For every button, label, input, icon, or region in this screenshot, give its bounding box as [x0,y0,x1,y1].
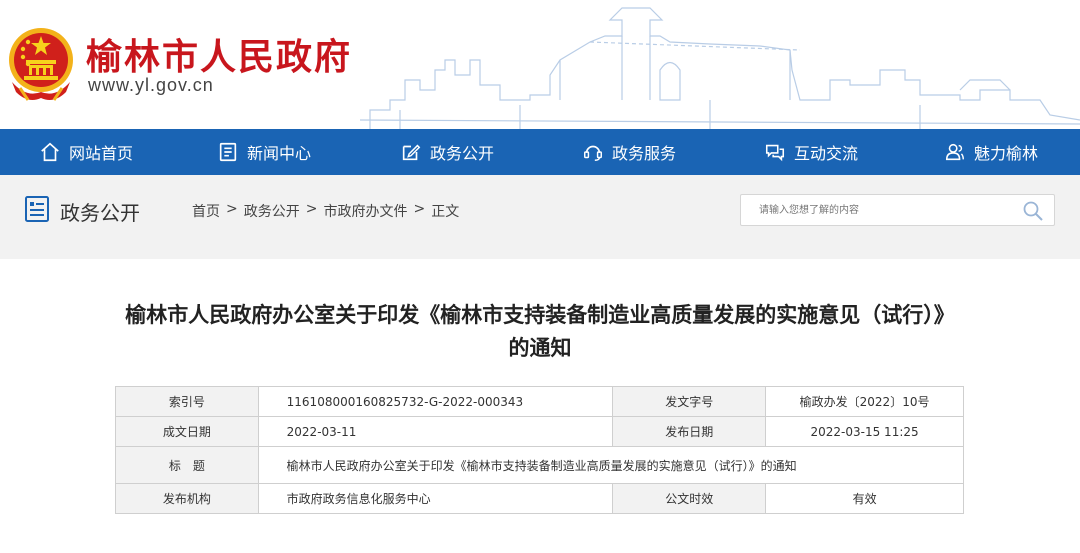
nav-item-gov-service[interactable]: 政务服务 [538,129,720,175]
news-icon [219,142,237,162]
breadcrumb-current: 正文 [431,204,460,220]
table-row: 标 题 榆林市人民政府办公室关于印发《榆林市支持装备制造业高质量发展的实施意见（… [115,446,965,484]
breadcrumb-separator: > [226,201,238,217]
national-emblem-icon [9,28,73,101]
site-url[interactable]: www.yl.gov.cn [88,75,214,96]
people-icon [945,143,964,161]
nav-item-news[interactable]: 新闻中心 [172,129,356,175]
table-row: 成文日期 2022-03-11 发布日期 2022-03-15 11:25 [115,416,964,447]
doc-number-value: 榆政办发〔2022〕10号 [765,386,964,417]
document-title-line-1: 榆林市人民政府办公室关于印发《榆林市支持装备制造业高质量发展的实施意见（试行）》 [125,303,955,327]
nav-label-home: 网站首页 [68,144,133,163]
nav-item-charm-yulin[interactable]: 魅力榆林 [902,129,1080,175]
subject-value: 榆林市人民政府办公室关于印发《榆林市支持装备制造业高质量发展的实施意见（试行）》… [257,446,965,484]
nav-label-interaction: 互动交流 [793,144,858,163]
city-wall-skyline-illustration [360,7,1080,129]
table-row: 发布机构 市政府政务信息化服务中心 公文时效 有效 [115,483,964,514]
doc-number-label: 发文字号 [612,386,767,417]
site-title[interactable]: 榆林市人民政府 [86,28,352,80]
chat-icon [765,144,785,162]
validity-label: 公文时效 [612,483,767,514]
search-box [740,194,1055,226]
breadcrumb-gov-affairs[interactable]: 政务公开 [244,201,300,221]
section-title: 政务公开 [60,201,140,225]
main-nav: 网站首页 新闻中心 政务公开 政务服务 互动交流 魅力榆林 [0,129,1080,175]
publisher-label: 发布机构 [115,483,259,514]
created-date-label: 成文日期 [115,416,259,447]
index-value: 116108000160825732-G-2022-000343 [257,386,614,417]
publisher-value: 市政府政务信息化服务中心 [257,483,614,514]
search-icon[interactable] [1022,200,1044,222]
document-title-line-2: 的通知 [508,336,572,360]
created-date-value: 2022-03-11 [257,416,614,447]
nav-item-gov-affairs[interactable]: 政务公开 [356,129,538,175]
nav-label-gov-affairs: 政务公开 [429,144,494,163]
document-title: 榆林市人民政府办公室关于印发《榆林市支持装备制造业高质量发展的实施意见（试行）》… [60,299,1020,365]
document-meta-table: 索引号 116108000160825732-G-2022-000343 发文字… [115,386,965,514]
subject-label: 标 题 [115,446,259,484]
breadcrumb-home[interactable]: 首页 [192,201,220,221]
document-list-icon [25,196,49,222]
published-date-label: 发布日期 [612,416,767,447]
edit-icon [402,144,421,161]
nav-label-news: 新闻中心 [246,144,311,163]
home-icon [41,142,59,162]
table-row: 索引号 116108000160825732-G-2022-000343 发文字… [115,386,964,417]
nav-item-home[interactable]: 网站首页 [0,129,172,175]
breadcrumb-separator: > [305,201,318,217]
nav-label-gov-service: 政务服务 [611,144,676,163]
site-header: 榆林市人民政府 www.yl.gov.cn [0,0,1080,129]
article-panel: 榆林市人民政府办公室关于印发《榆林市支持装备制造业高质量发展的实施意见（试行）》… [0,259,1080,553]
breadcrumb-city-docs[interactable]: 市政府办文件 [323,201,407,221]
breadcrumb-separator: > [413,201,426,217]
breadcrumb: 首页 > 政务公开 > 市政府办文件 > 正文 [192,201,459,221]
search-input[interactable] [741,195,1011,225]
index-label: 索引号 [115,386,259,417]
nav-label-charm-yulin: 魅力榆林 [973,144,1038,163]
nav-item-interaction[interactable]: 互动交流 [720,129,902,175]
validity-value: 有效 [765,483,964,514]
service-icon [584,145,602,161]
published-date-value: 2022-03-15 11:25 [765,416,964,447]
section-bar: 政务公开 首页 > 政务公开 > 市政府办文件 > 正文 [0,175,1080,245]
